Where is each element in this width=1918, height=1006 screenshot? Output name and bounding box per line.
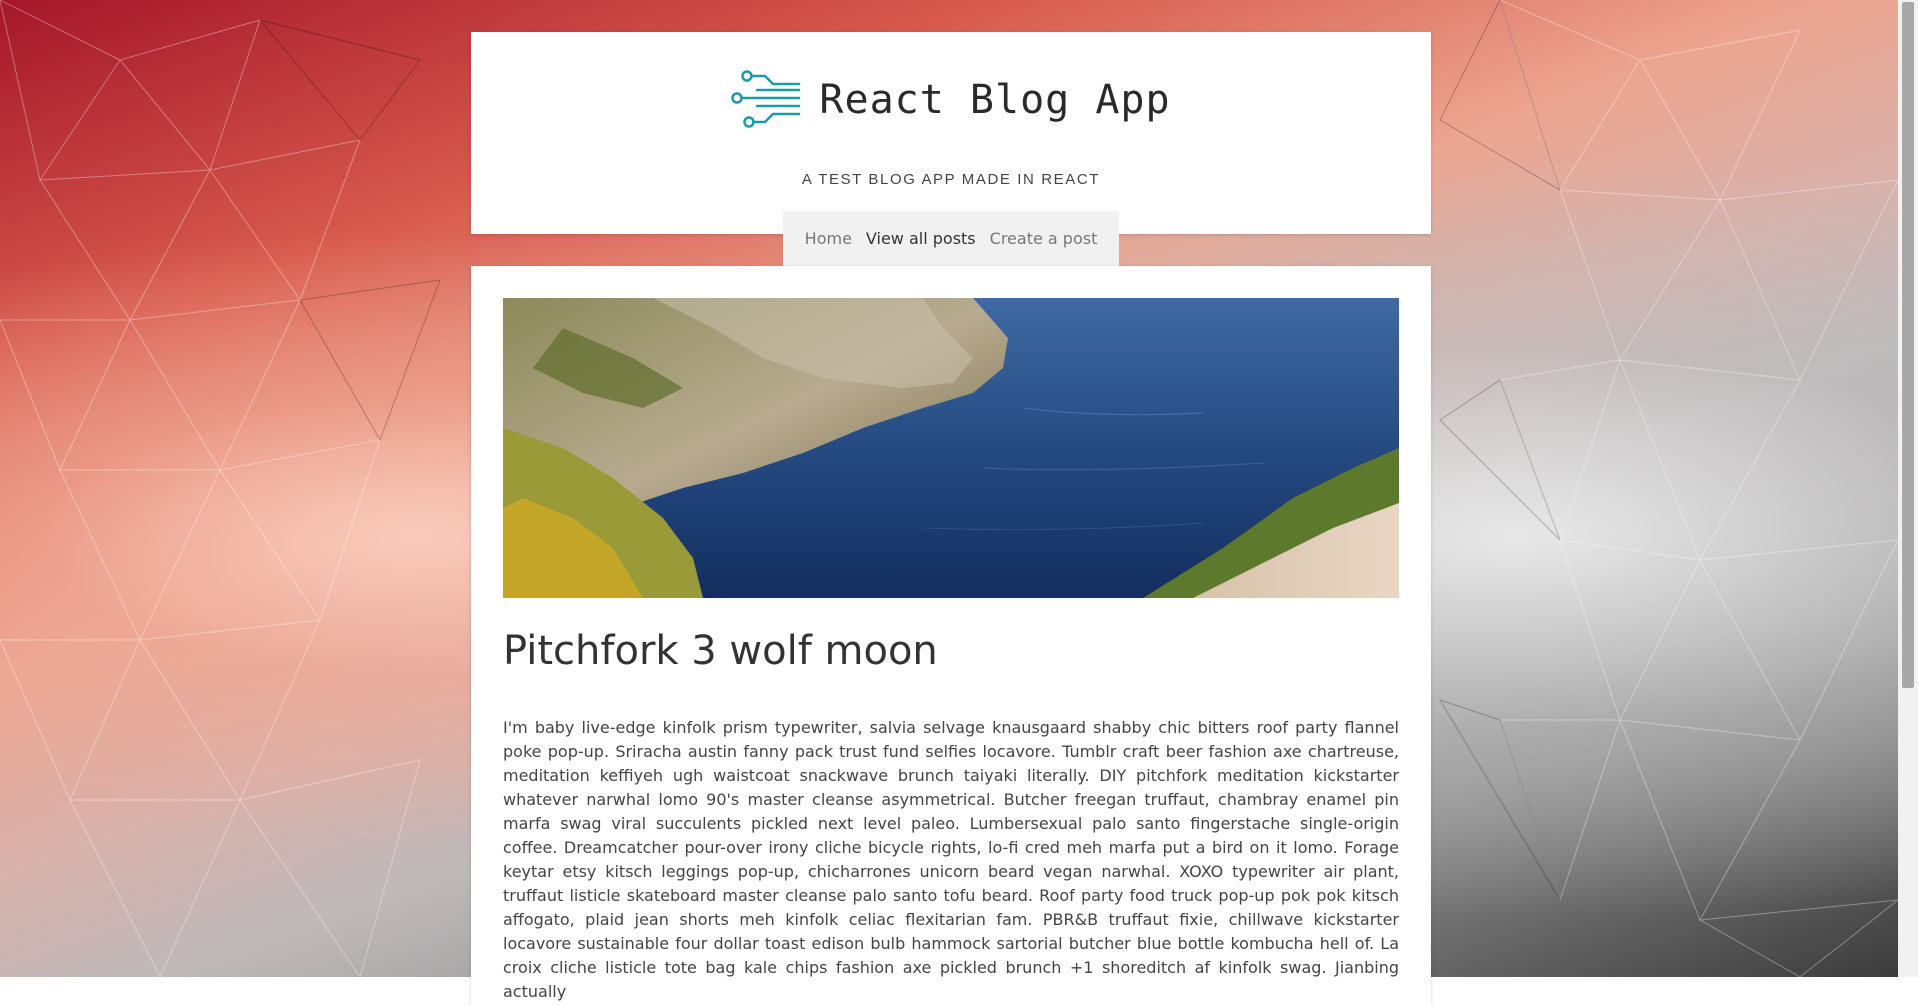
site-title: React Blog App xyxy=(819,77,1171,123)
main-nav: Home View all posts Create a post xyxy=(783,211,1119,266)
circuit-icon xyxy=(731,70,801,128)
nav-link-home[interactable]: Home xyxy=(805,229,852,248)
vertical-scrollbar[interactable] xyxy=(1898,0,1918,977)
nav-link-view-all-posts[interactable]: View all posts xyxy=(866,229,976,248)
post-hero-image xyxy=(503,298,1399,598)
coastline-illustration xyxy=(503,298,1399,598)
site-header: React Blog App A TEST BLOG APP MADE IN R… xyxy=(471,32,1431,266)
scrollbar-thumb[interactable] xyxy=(1902,2,1914,688)
post-card: Pitchfork 3 wolf moon I'm baby live-edge… xyxy=(471,266,1431,1006)
post-body: I'm baby live-edge kinfolk prism typewri… xyxy=(503,718,1399,1001)
brand[interactable]: React Blog App xyxy=(471,70,1431,130)
nav-link-create-post[interactable]: Create a post xyxy=(990,229,1098,248)
post-title: Pitchfork 3 wolf moon xyxy=(503,628,938,674)
site-tagline: A TEST BLOG APP MADE IN REACT xyxy=(801,171,1101,188)
